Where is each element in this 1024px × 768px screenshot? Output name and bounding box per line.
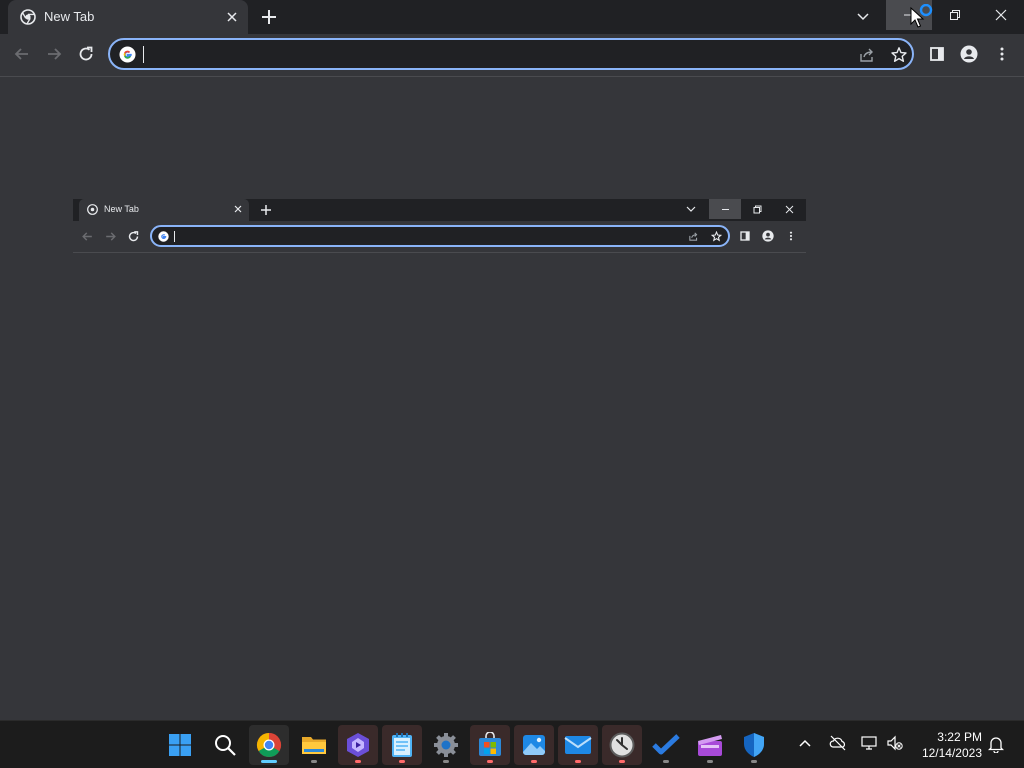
tab-search-chevron-down-icon[interactable] <box>855 8 871 24</box>
tab-strip: New Tab <box>0 0 1024 34</box>
close-tab-icon[interactable] <box>224 9 240 25</box>
mini-minimize-button[interactable] <box>709 199 741 219</box>
taskbar-clipchamp-video[interactable] <box>690 725 730 765</box>
mouse-cursor-busy-icon <box>910 4 938 30</box>
mini-tab-new-tab[interactable]: New Tab <box>79 199 249 221</box>
back-arrow-icon[interactable] <box>13 45 31 63</box>
tab-new-tab[interactable]: New Tab <box>8 0 248 34</box>
photos-icon <box>521 732 547 758</box>
forward-arrow-icon[interactable] <box>45 45 63 63</box>
mini-more-menu-icon[interactable] <box>785 230 797 242</box>
running-indicator <box>751 760 757 763</box>
taskbar-notepad[interactable] <box>382 725 422 765</box>
taskbar-mail[interactable] <box>558 725 598 765</box>
clock-date: 12/14/2023 <box>921 746 982 760</box>
clipchamp-icon <box>345 732 371 758</box>
running-indicator <box>663 760 669 763</box>
chrome-logo-icon <box>256 732 282 758</box>
chrome-icon <box>20 9 36 25</box>
mini-tab-strip: New Tab <box>73 199 806 221</box>
address-input[interactable] <box>142 43 846 67</box>
mini-reload-icon[interactable] <box>127 230 140 243</box>
settings-gear-icon <box>433 732 459 758</box>
google-g-icon <box>119 46 136 63</box>
mini-address-bar[interactable] <box>150 225 730 247</box>
running-indicator <box>443 760 449 763</box>
tab-title: New Tab <box>44 9 95 24</box>
mini-profile-avatar-icon[interactable] <box>762 230 774 242</box>
mini-forward-arrow-icon[interactable] <box>104 230 117 243</box>
running-indicator <box>311 760 317 763</box>
system-clock[interactable]: 3:22 PM 12/14/2023 <box>910 729 982 761</box>
google-g-icon <box>158 231 169 242</box>
notification-bell-icon[interactable] <box>988 735 1004 753</box>
bookmark-star-icon[interactable] <box>890 46 908 64</box>
running-indicator <box>355 760 361 763</box>
taskbar-settings[interactable] <box>426 725 466 765</box>
onedrive-offline-icon[interactable] <box>829 735 847 751</box>
address-bar[interactable] <box>108 38 914 70</box>
text-cursor <box>143 46 144 63</box>
side-panel-icon[interactable] <box>928 45 946 63</box>
windows-logo-icon <box>168 733 192 757</box>
running-indicator <box>575 760 581 763</box>
browser-toolbar <box>0 34 1024 77</box>
checkmark-icon <box>652 733 680 757</box>
mini-tab-title: New Tab <box>104 204 139 214</box>
start-button[interactable] <box>160 725 200 765</box>
mail-envelope-icon <box>564 733 592 757</box>
network-monitor-icon[interactable] <box>860 735 878 751</box>
taskbar: 3:22 PM 12/14/2023 <box>0 720 1024 768</box>
show-hidden-icons-chevron-up-icon[interactable] <box>797 735 813 751</box>
share-icon[interactable] <box>858 46 876 64</box>
new-tab-plus-icon[interactable] <box>260 8 278 26</box>
mini-chevron-down-icon[interactable] <box>685 203 697 215</box>
minimizing-browser-window: New Tab <box>73 199 806 253</box>
mini-close-tab-icon[interactable] <box>233 204 243 214</box>
mini-share-icon[interactable] <box>688 231 699 242</box>
volume-muted-icon[interactable] <box>886 735 904 751</box>
taskbar-microsoft-store[interactable] <box>470 725 510 765</box>
running-indicator <box>707 760 713 763</box>
taskbar-windows-security[interactable] <box>734 725 774 765</box>
taskbar-clipchamp[interactable] <box>338 725 378 765</box>
mini-toolbar <box>73 221 806 253</box>
clock-icon <box>609 732 635 758</box>
clock-time: 3:22 PM <box>937 730 982 744</box>
taskbar-search-button[interactable] <box>205 725 245 765</box>
more-menu-icon[interactable] <box>993 45 1011 63</box>
folder-icon <box>301 732 327 758</box>
mini-restore-button[interactable] <box>741 199 773 219</box>
search-icon <box>213 733 237 757</box>
mini-new-tab-plus-icon[interactable] <box>260 204 272 216</box>
close-window-button[interactable] <box>978 0 1024 30</box>
taskbar-chrome[interactable] <box>249 725 289 765</box>
running-indicator <box>487 760 493 763</box>
mini-text-cursor <box>174 231 175 242</box>
video-clapper-icon <box>697 733 723 757</box>
taskbar-photos[interactable] <box>514 725 554 765</box>
restore-button[interactable] <box>932 0 978 30</box>
store-bag-icon <box>477 732 503 758</box>
chrome-icon <box>87 204 98 215</box>
active-indicator <box>261 760 277 763</box>
mini-side-panel-icon[interactable] <box>739 230 751 242</box>
notepad-icon <box>390 732 414 758</box>
mini-close-window-button[interactable] <box>773 199 806 219</box>
taskbar-clock[interactable] <box>602 725 642 765</box>
profile-avatar-icon[interactable] <box>960 45 978 63</box>
running-indicator <box>619 760 625 763</box>
reload-icon[interactable] <box>77 45 95 63</box>
mini-back-arrow-icon[interactable] <box>81 230 94 243</box>
running-indicator <box>399 760 405 763</box>
taskbar-file-explorer[interactable] <box>294 725 334 765</box>
mini-bookmark-star-icon[interactable] <box>711 231 722 242</box>
shield-icon <box>742 732 766 758</box>
running-indicator <box>531 760 537 763</box>
taskbar-to-do[interactable] <box>646 725 686 765</box>
